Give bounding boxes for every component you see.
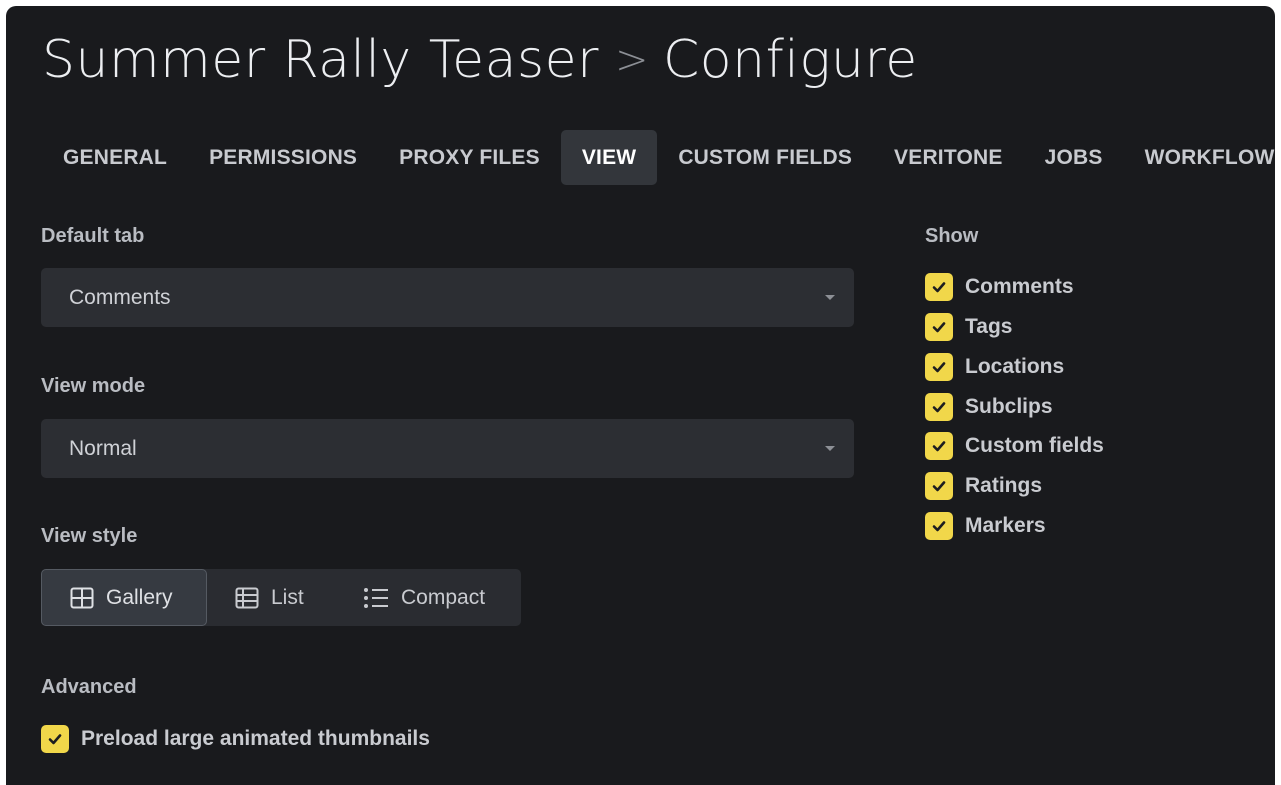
show-custom-fields-checkbox[interactable] <box>925 432 953 460</box>
tab-view[interactable]: VIEW <box>560 130 658 185</box>
preload-thumbnails-checkbox-row[interactable]: Preload large animated thumbnails <box>41 725 430 753</box>
breadcrumb-separator: > <box>614 37 649 83</box>
show-subclips-row[interactable]: Subclips <box>925 393 1053 421</box>
show-comments-label: Comments <box>965 275 1074 298</box>
tab-general[interactable]: GENERAL <box>42 130 188 185</box>
tab-custom-fields[interactable]: CUSTOM FIELDS <box>657 130 873 185</box>
tab-workflow[interactable]: WORKFLOW <box>1124 130 1275 185</box>
checkmark-icon <box>932 441 946 452</box>
page-title: Summer Rally Teaser > Configure <box>42 26 918 94</box>
preload-thumbnails-checkbox[interactable] <box>41 725 69 753</box>
tab-permissions[interactable]: PERMISSIONS <box>188 130 378 185</box>
view-mode-select[interactable]: Normal <box>41 419 854 478</box>
project-name: Summer Rally Teaser <box>42 30 599 90</box>
show-ratings-row[interactable]: Ratings <box>925 472 1042 500</box>
show-label: Show <box>925 225 979 247</box>
show-tags-label: Tags <box>965 315 1013 338</box>
show-markers-checkbox[interactable] <box>925 512 953 540</box>
show-locations-checkbox[interactable] <box>925 353 953 381</box>
show-ratings-checkbox[interactable] <box>925 472 953 500</box>
view-style-compact-button[interactable]: Compact <box>335 569 521 626</box>
view-style-list-button[interactable]: List <box>207 569 335 626</box>
page-name: Configure <box>663 30 918 90</box>
show-ratings-label: Ratings <box>965 474 1043 497</box>
caret-down-icon <box>825 295 835 300</box>
default-tab-value: Comments <box>69 285 171 309</box>
show-locations-row[interactable]: Locations <box>925 353 1064 381</box>
show-comments-row[interactable]: Comments <box>925 273 1074 301</box>
checkmark-icon <box>932 521 946 532</box>
view-style-label: View style <box>41 525 138 547</box>
caret-down-icon <box>825 446 835 451</box>
show-subclips-label: Subclips <box>965 395 1053 418</box>
show-tags-checkbox[interactable] <box>925 313 953 341</box>
checkmark-icon <box>932 481 946 492</box>
compact-list-icon <box>364 587 388 608</box>
view-style-segmented-control: Gallery List Compact <box>41 569 521 626</box>
show-comments-checkbox[interactable] <box>925 273 953 301</box>
table-icon <box>235 587 259 608</box>
grid-icon <box>70 587 94 608</box>
checkmark-icon <box>932 282 946 293</box>
configure-panel: Summer Rally Teaser > Configure GENERAL PE… <box>6 6 1275 785</box>
show-custom-fields-label: Custom fields <box>965 434 1104 457</box>
tab-jobs[interactable]: JOBS <box>1024 130 1124 185</box>
view-style-gallery-label: Gallery <box>106 585 173 609</box>
tab-veritone[interactable]: VERITONE <box>873 130 1024 185</box>
show-markers-label: Markers <box>965 514 1046 537</box>
show-locations-label: Locations <box>965 355 1065 378</box>
advanced-label: Advanced <box>41 676 137 698</box>
default-tab-select[interactable]: Comments <box>41 268 854 327</box>
default-tab-label: Default tab <box>41 225 145 247</box>
view-style-compact-label: Compact <box>401 585 486 609</box>
tab-proxy-files[interactable]: PROXY FILES <box>378 130 561 185</box>
checkmark-icon <box>932 362 946 373</box>
preload-thumbnails-label: Preload large animated thumbnails <box>81 727 430 750</box>
view-style-gallery-button[interactable]: Gallery <box>41 569 207 626</box>
checkmark-icon <box>932 322 946 333</box>
checkmark-icon <box>932 402 946 413</box>
checkmark-icon <box>48 734 62 745</box>
show-custom-fields-row[interactable]: Custom fields <box>925 432 1104 460</box>
show-markers-row[interactable]: Markers <box>925 512 1046 540</box>
view-style-list-label: List <box>271 585 304 609</box>
view-mode-value: Normal <box>69 436 137 460</box>
tab-bar: GENERAL PERMISSIONS PROXY FILES VIEW CUS… <box>42 130 1275 185</box>
show-tags-row[interactable]: Tags <box>925 313 1012 341</box>
view-mode-label: View mode <box>41 375 146 397</box>
show-subclips-checkbox[interactable] <box>925 393 953 421</box>
